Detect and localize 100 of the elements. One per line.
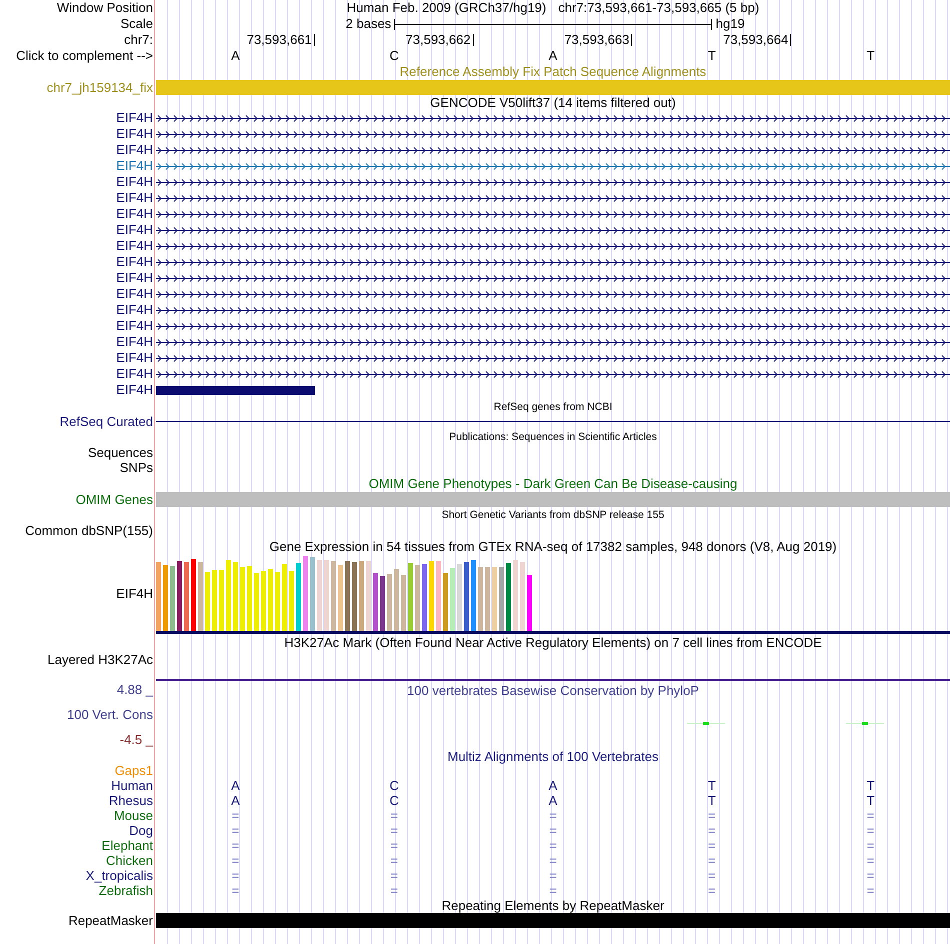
gene-label[interactable]: EIF4H	[116, 190, 153, 206]
base-letter[interactable]: A	[231, 48, 240, 64]
transcript-line[interactable]	[156, 306, 950, 314]
track-label[interactable]: Common dbSNP(155)	[25, 523, 153, 539]
expression-bar[interactable]	[506, 563, 511, 631]
expression-bar[interactable]	[268, 569, 273, 631]
gene-label[interactable]: EIF4H	[116, 302, 153, 318]
expression-bar[interactable]	[170, 566, 175, 631]
expression-bar[interactable]	[352, 562, 357, 631]
expression-bar[interactable]	[275, 572, 280, 631]
expression-bar[interactable]	[296, 563, 301, 631]
expression-bar[interactable]	[429, 561, 434, 631]
transcript-line[interactable]	[156, 322, 950, 330]
transcript-line[interactable]	[156, 114, 950, 122]
expression-bar[interactable]	[387, 574, 392, 631]
gene-label[interactable]: EIF4H	[116, 254, 153, 270]
gene-label[interactable]: EIF4H	[116, 206, 153, 222]
gene-label[interactable]: EIF4H	[116, 174, 153, 190]
transcript-line[interactable]	[156, 290, 950, 298]
expression-bar[interactable]	[317, 560, 322, 631]
base-letter[interactable]: T	[866, 48, 875, 64]
gene-label[interactable]: EIF4H	[116, 382, 153, 398]
expression-bar[interactable]	[527, 575, 532, 631]
expression-bar[interactable]	[492, 567, 497, 631]
expression-bar[interactable]	[520, 562, 525, 631]
track-label[interactable]: RefSeq Curated	[60, 414, 153, 429]
gene-label[interactable]: EIF4H	[116, 110, 153, 126]
expression-bar[interactable]	[471, 560, 476, 631]
expression-bar[interactable]	[401, 575, 406, 631]
gene-label[interactable]: EIF4H	[116, 334, 153, 350]
species-label[interactable]: X_tropicalis	[86, 868, 153, 883]
expression-bar[interactable]	[289, 571, 294, 631]
expression-bar[interactable]	[310, 557, 315, 631]
gene-label[interactable]: EIF4H	[116, 222, 153, 238]
transcript-line[interactable]	[156, 258, 950, 266]
gene-label[interactable]: EIF4H	[116, 286, 153, 302]
track-label[interactable]: Sequences	[88, 445, 153, 460]
species-label[interactable]: Dog	[129, 823, 153, 838]
expression-bar[interactable]	[205, 572, 210, 631]
expression-bar[interactable]	[373, 573, 378, 631]
expression-bar[interactable]	[478, 567, 483, 631]
transcript-line[interactable]	[156, 226, 950, 234]
expression-bar[interactable]	[394, 569, 399, 631]
exon-block[interactable]	[156, 386, 315, 394]
expression-bar[interactable]	[324, 560, 329, 631]
track-label[interactable]: OMIM Genes	[76, 492, 153, 507]
expression-bar[interactable]	[282, 564, 287, 631]
expression-bar[interactable]	[212, 570, 217, 631]
expression-bar[interactable]	[191, 559, 196, 631]
transcript-line[interactable]	[156, 242, 950, 250]
gene-phenotype-bar[interactable]	[156, 492, 950, 507]
expression-bar[interactable]	[219, 570, 224, 631]
species-label[interactable]: Rhesus	[108, 793, 153, 808]
expression-bar[interactable]	[366, 561, 371, 631]
expression-bar[interactable]	[331, 561, 336, 631]
expression-bar[interactable]	[457, 564, 462, 631]
gene-label[interactable]: EIF4H	[116, 586, 153, 600]
transcript-line[interactable]	[156, 146, 950, 154]
expression-bar[interactable]	[184, 562, 189, 631]
patch-alignment-bar[interactable]	[156, 80, 950, 95]
expression-bar[interactable]	[261, 571, 266, 631]
expression-bar[interactable]	[198, 562, 203, 631]
gene-label[interactable]: EIF4H	[116, 126, 153, 142]
gene-label[interactable]: EIF4H	[116, 158, 153, 174]
expression-bar[interactable]	[177, 561, 182, 631]
species-label[interactable]: Human	[111, 778, 153, 793]
base-letter[interactable]: A	[548, 48, 558, 64]
transcript-line[interactable]	[156, 354, 950, 362]
gene-label[interactable]: EIF4H	[116, 142, 153, 158]
transcript-line[interactable]	[156, 274, 950, 282]
transcript-line[interactable]	[156, 194, 950, 202]
expression-bar[interactable]	[513, 560, 518, 631]
repeat-element-bar[interactable]	[156, 913, 950, 928]
expression-bar[interactable]	[359, 561, 364, 631]
expression-bar[interactable]	[422, 564, 427, 631]
track-label[interactable]: 100 Vert. Cons	[67, 708, 153, 722]
expression-bar[interactable]	[345, 561, 350, 631]
expression-bar[interactable]	[226, 560, 231, 631]
expression-bar[interactable]	[415, 565, 420, 631]
base-letter[interactable]: T	[708, 48, 716, 64]
expression-bar[interactable]	[464, 562, 469, 631]
expression-bar[interactable]	[338, 565, 343, 631]
track-label[interactable]: SNPs	[120, 460, 153, 476]
species-label[interactable]: Mouse	[114, 808, 153, 823]
gene-label[interactable]: EIF4H	[116, 318, 153, 334]
expression-bar[interactable]	[303, 556, 308, 631]
gene-label[interactable]: EIF4H	[116, 366, 153, 382]
transcript-line[interactable]	[156, 130, 950, 138]
track-label[interactable]: RepeatMasker	[68, 913, 153, 928]
expression-bar[interactable]	[156, 562, 161, 631]
species-label[interactable]: Elephant	[102, 838, 153, 853]
track-label[interactable]: Layered H3K27Ac	[47, 652, 153, 667]
species-label[interactable]: Chicken	[106, 853, 153, 868]
expression-bar[interactable]	[254, 573, 259, 631]
expression-bar[interactable]	[247, 566, 252, 631]
gene-label[interactable]: EIF4H	[116, 270, 153, 286]
expression-bar[interactable]	[485, 567, 490, 631]
transcript-line[interactable]	[156, 370, 950, 378]
transcript-line[interactable]	[156, 210, 950, 218]
transcript-line[interactable]	[156, 178, 950, 186]
